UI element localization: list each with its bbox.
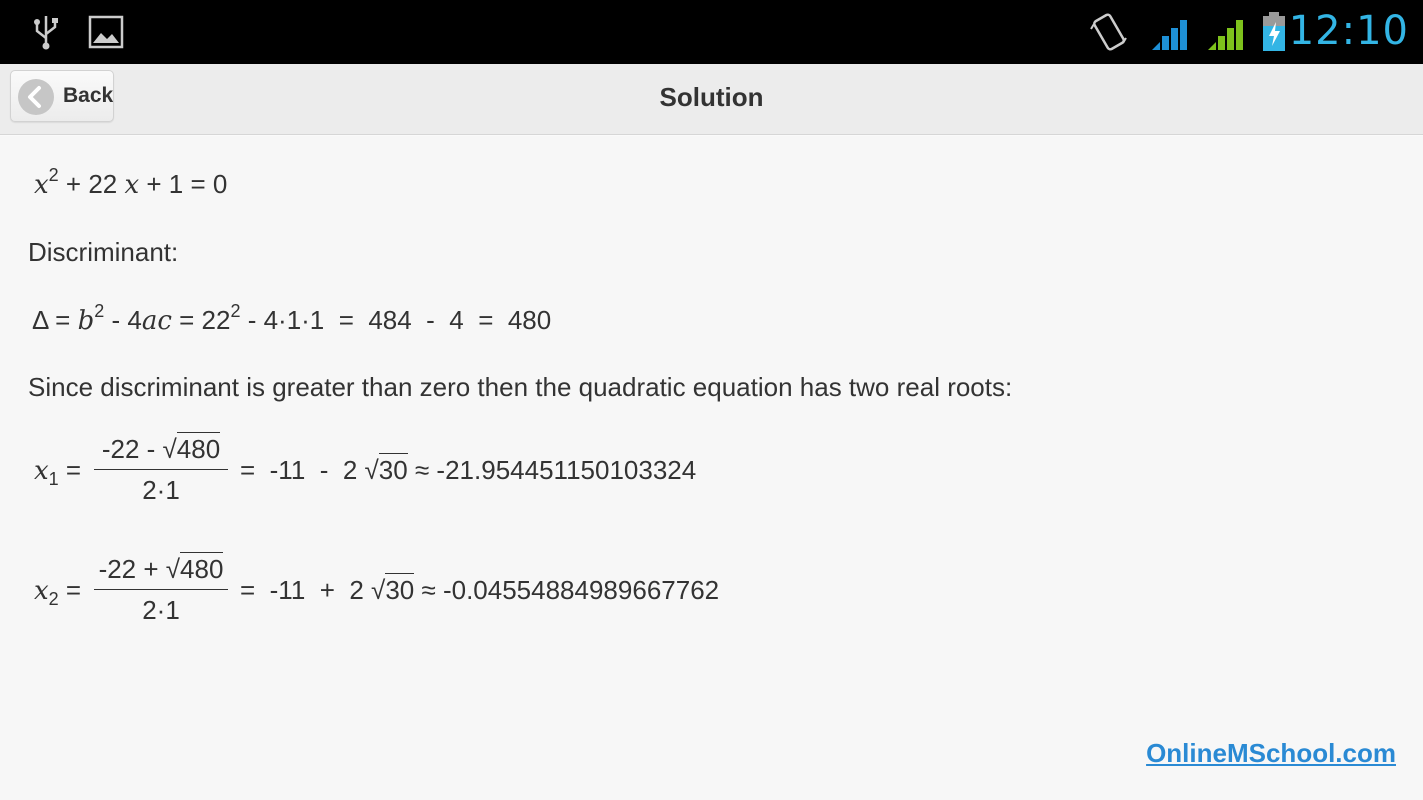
root-1-denominator: 2·1 <box>142 475 180 505</box>
root-2-fraction: -22 + √480 2·1 <box>94 551 228 628</box>
root-1-lhs: x1 = <box>34 455 82 489</box>
page-title: Solution <box>659 82 764 112</box>
solution-content: x2 + 22 x + 1 = 0 Discriminant: Δ = b2 -… <box>0 135 1423 800</box>
cell-signal-icon <box>1208 20 1243 50</box>
image-icon <box>88 15 124 49</box>
title-bar: Back Solution <box>0 64 1423 135</box>
discriminant-formula: Δ = b2 - 4ac = 222 - 4·1·1 = 484 - 4 = 4… <box>32 301 552 336</box>
fraction-bar <box>94 469 228 470</box>
battery-icon <box>1263 12 1285 51</box>
discriminant-label: Discriminant: <box>28 237 179 267</box>
root-1-numerator: -22 - √480 <box>101 432 221 464</box>
onlinemschool-link[interactable]: OnlineMSchool.com <box>1146 738 1396 769</box>
vibrate-icon <box>1090 13 1127 51</box>
root-2-denominator: 2·1 <box>142 595 180 625</box>
status-bar: 12:10 <box>0 0 1423 64</box>
statement: Since discriminant is greater than zero … <box>28 372 1013 402</box>
wifi-signal-icon <box>1152 20 1187 50</box>
root-1-rhs: = -11 - 2 √30 ≈ -21.954451150103324 <box>240 453 697 485</box>
root-2-numerator: -22 + √480 <box>98 552 224 584</box>
fraction-bar <box>94 589 228 590</box>
clock: 12:10 <box>1288 8 1409 54</box>
root-2-lhs: x2 = <box>34 575 82 609</box>
equation: x2 + 22 x + 1 = 0 <box>34 165 228 200</box>
root-2-rhs: = -11 + 2 √30 ≈ -0.04554884989667762 <box>240 573 720 605</box>
usb-icon <box>34 16 58 50</box>
root-1-fraction: -22 - √480 2·1 <box>94 431 228 508</box>
